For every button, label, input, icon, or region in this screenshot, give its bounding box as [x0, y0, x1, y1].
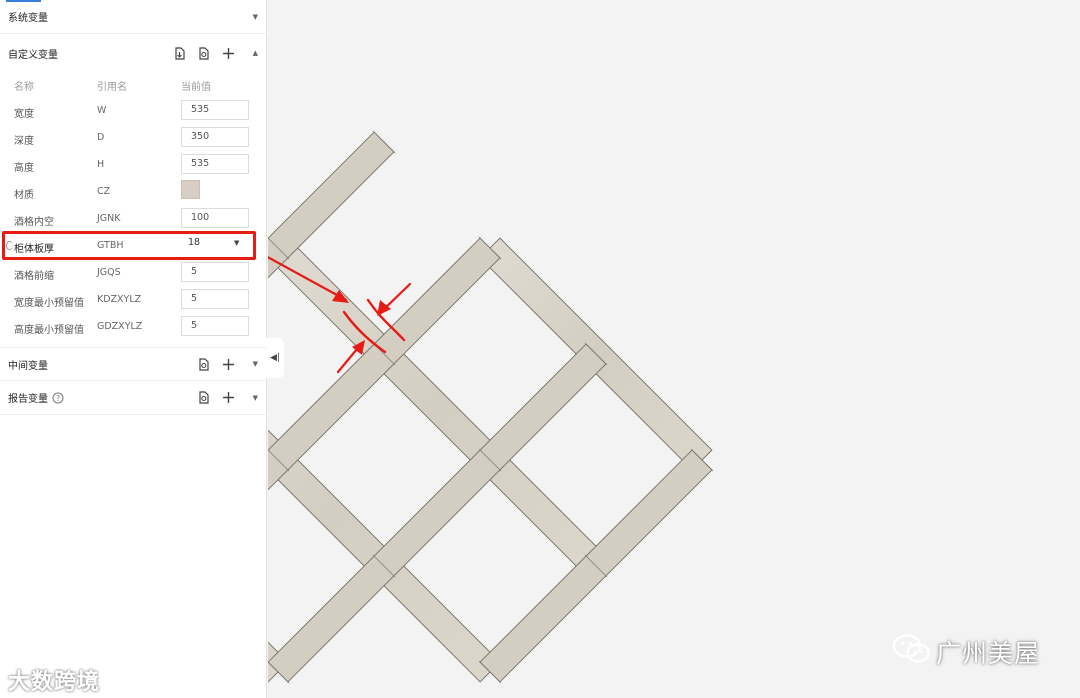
variable-value-input[interactable]: 5	[181, 316, 249, 336]
variable-name: 酒格内空	[14, 217, 54, 228]
variable-name: 深度	[14, 136, 34, 147]
export-icon[interactable]	[196, 357, 210, 371]
variable-row-width: 宽度 W 535	[0, 98, 267, 125]
variable-name: 酒格前缩	[14, 271, 54, 282]
variable-ref: KDZXYLZ	[97, 294, 142, 305]
watermark-left: 大数跨境	[8, 670, 101, 695]
report-vars-title: 报告变量	[8, 394, 48, 405]
variable-name: 宽度	[14, 109, 34, 120]
watermark-right: 广州美屋	[936, 639, 1041, 668]
variable-ref: H	[97, 159, 105, 170]
variables-panel: 系统变量 ▼ 自定义变量 ▲ 名称 引用名 当前值 宽度 W 535 深度 D …	[0, 0, 267, 698]
wechat-icon	[892, 634, 930, 663]
column-header-value: 当前值	[181, 82, 211, 93]
custom-vars-title: 自定义变量	[8, 49, 58, 61]
variable-ref: CZ	[97, 186, 111, 197]
chevron-up-icon[interactable]: ▲	[253, 49, 258, 57]
design-viewport[interactable]	[268, 0, 1080, 698]
variable-ref: GDZXYLZ	[97, 321, 143, 332]
svg-text:?: ?	[56, 394, 60, 403]
system-vars-header[interactable]: 系统变量 ▼	[0, 0, 267, 34]
variable-ref: JGNK	[97, 213, 121, 224]
variable-value-input[interactable]: 350	[181, 127, 249, 147]
plus-icon[interactable]	[221, 391, 235, 405]
variable-value-input[interactable]: 535	[181, 154, 249, 174]
custom-vars-header: 自定义变量 ▲	[0, 36, 267, 70]
export-icon[interactable]	[196, 391, 210, 405]
export-icon[interactable]	[196, 46, 210, 60]
column-header-name: 名称	[14, 82, 34, 93]
variable-name: 高度最小预留值	[14, 325, 84, 336]
chevron-down-icon[interactable]: ▼	[253, 360, 258, 368]
variable-row-wine-rack-front: 酒格前缩 JGQS 5	[0, 260, 267, 287]
report-vars-header[interactable]: 报告变量 ? ▼	[0, 381, 267, 415]
variable-value-input[interactable]: 5	[181, 289, 249, 309]
material-swatch[interactable]	[181, 180, 200, 199]
middle-vars-title: 中间变量	[8, 360, 48, 372]
variable-ref: JGQS	[97, 267, 121, 278]
chevron-down-icon[interactable]: ▼	[253, 394, 258, 402]
variable-value-input[interactable]: 535	[181, 100, 249, 120]
variable-name: 宽度最小预留值	[14, 298, 84, 309]
system-vars-title: 系统变量	[8, 13, 48, 24]
variable-ref: D	[97, 132, 105, 143]
plus-icon[interactable]	[221, 46, 235, 60]
variable-row-width-min: 宽度最小预留值 KDZXYLZ 5	[0, 287, 267, 314]
variable-ref: W	[97, 105, 107, 116]
plus-icon[interactable]	[221, 357, 235, 371]
variable-row-wine-rack-inner: 酒格内空 JGNK 100	[0, 206, 267, 233]
variable-row-depth: 深度 D 350	[0, 125, 267, 152]
variable-name: 材质	[14, 190, 34, 201]
variable-name: 高度	[14, 163, 34, 174]
import-icon[interactable]	[172, 46, 186, 60]
variable-value-input[interactable]: 5	[181, 262, 249, 282]
chevron-down-icon[interactable]: ▼	[253, 13, 258, 21]
help-icon[interactable]: ?	[51, 391, 65, 405]
highlight-box	[2, 231, 256, 260]
wine-rack-lattice	[268, 130, 714, 684]
variable-value-input[interactable]: 100	[181, 208, 249, 228]
middle-vars-header[interactable]: 中间变量 ▼	[0, 347, 267, 381]
variable-row-material: 材质 CZ	[0, 179, 267, 206]
variable-row-height: 高度 H 535	[0, 152, 267, 179]
column-header-ref: 引用名	[97, 82, 127, 93]
variable-row-height-min: 高度最小预留值 GDZXYLZ 5	[0, 314, 267, 341]
